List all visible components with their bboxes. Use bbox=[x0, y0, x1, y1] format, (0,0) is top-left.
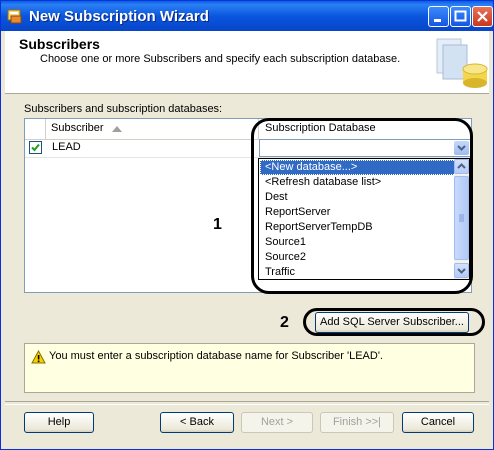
column-header-subscriber[interactable]: Subscriber bbox=[51, 122, 104, 134]
cancel-button[interactable]: Cancel bbox=[402, 412, 474, 433]
help-button[interactable]: Help bbox=[24, 412, 94, 433]
subscriber-checkbox[interactable] bbox=[29, 141, 42, 154]
finish-button[interactable]: Finish >>| bbox=[320, 412, 394, 433]
validation-message: You must enter a subscription database n… bbox=[24, 343, 475, 393]
callout-number: 2 bbox=[280, 314, 289, 331]
callout-number: 1 bbox=[213, 216, 222, 233]
maximize-button[interactable] bbox=[450, 6, 471, 27]
next-button[interactable]: Next > bbox=[241, 412, 313, 433]
window-title: New Subscription Wizard bbox=[29, 8, 209, 25]
database-graphic-icon bbox=[436, 38, 488, 88]
wizard-window: New Subscription Wizard Subscribers Choo… bbox=[0, 0, 494, 450]
grid-label: Subscribers and subscription databases: bbox=[24, 103, 223, 115]
validation-message-text: You must enter a subscription database n… bbox=[49, 350, 383, 362]
minimize-button[interactable] bbox=[428, 6, 449, 27]
close-button[interactable] bbox=[472, 6, 493, 27]
page-description: Choose one or more Subscribers and speci… bbox=[40, 53, 401, 65]
sort-ascending-icon bbox=[112, 126, 122, 132]
warning-icon bbox=[31, 350, 46, 364]
selector-column-header bbox=[25, 119, 46, 139]
close-icon bbox=[477, 11, 488, 22]
app-icon bbox=[7, 9, 22, 24]
title-bar[interactable]: New Subscription Wizard bbox=[1, 1, 493, 31]
subscriber-name: LEAD bbox=[52, 141, 81, 153]
back-button[interactable]: < Back bbox=[160, 412, 234, 433]
wizard-header: Subscribers Choose one or more Subscribe… bbox=[5, 31, 489, 94]
maximize-icon bbox=[454, 10, 467, 22]
checkmark-icon bbox=[31, 143, 40, 152]
highlight-oval bbox=[251, 118, 473, 294]
minimize-icon bbox=[434, 19, 441, 22]
page-title: Subscribers bbox=[19, 36, 100, 52]
footer-divider bbox=[5, 401, 489, 405]
add-sql-server-subscriber-button[interactable]: Add SQL Server Subscriber... bbox=[315, 312, 469, 333]
